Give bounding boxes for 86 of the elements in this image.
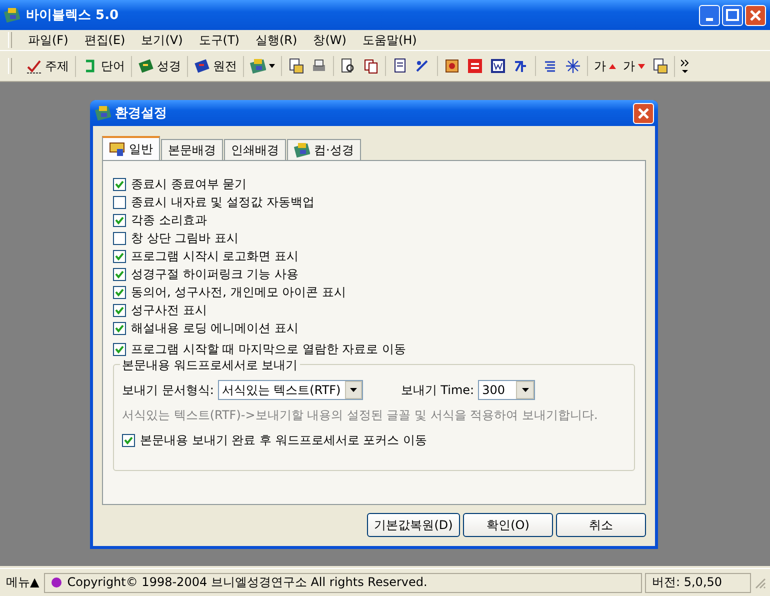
checkbox-label: 종료시 종료여부 묻기 <box>131 176 247 192</box>
save-icon <box>288 58 304 74</box>
dialog-button[interactable]: 기본값복원(D) <box>367 513 460 537</box>
document-icon <box>392 58 408 74</box>
menu-item[interactable]: 파일(F) <box>20 32 76 48</box>
dropdown-field[interactable]: 300 <box>478 380 536 400</box>
toolbar-button[interactable] <box>563 56 583 76</box>
toolbar-button[interactable]: 가 <box>592 56 618 76</box>
checkbox-label: 종료시 내자료 및 설정값 자동백업 <box>131 194 314 210</box>
toolbar-button[interactable]: 원전 <box>192 56 239 76</box>
chevron-icon <box>681 58 689 74</box>
dropdown-field[interactable]: 서식있는 텍스트(RTF) <box>218 380 363 400</box>
toolbar-button[interactable]: 단어 <box>80 56 127 76</box>
tile-icon <box>467 58 483 74</box>
status-dot-icon <box>51 577 62 588</box>
checkbox[interactable] <box>113 232 126 244</box>
checkbox-label: 해설내용 로딩 에니메이션 표시 <box>131 320 298 336</box>
checkmark-icon <box>26 58 42 74</box>
menu-item[interactable]: 창(W) <box>305 32 354 48</box>
checkbox[interactable] <box>113 304 126 316</box>
checkbox[interactable] <box>113 268 126 280</box>
copyright-text: Copyright© 1998-2004 브니엘성경연구소 All rights Reserved. <box>67 574 428 591</box>
save-icon <box>652 58 668 74</box>
checkbox[interactable] <box>122 434 135 446</box>
maximize-button[interactable] <box>722 4 743 26</box>
sparkle-icon <box>565 58 581 74</box>
dialog-title: 환경설정 <box>115 105 168 122</box>
menu-item[interactable]: 실행(R) <box>248 32 306 48</box>
maximize-icon <box>724 6 741 24</box>
checkbox-label: 성경구절 하이퍼링크 기능 사용 <box>131 266 298 282</box>
printer-icon <box>311 58 327 74</box>
field-label: 보내기 Time: <box>400 382 474 398</box>
tab[interactable]: 본문배경 <box>161 139 223 160</box>
app-icon <box>250 58 266 74</box>
checkbox-label: 각종 소리효과 <box>131 212 207 228</box>
checkbox-label: 프로그램 시작할 때 마지막으로 열람한 자료로 이동 <box>131 340 406 358</box>
checkbox-label: 프로그램 시작시 로고화면 표시 <box>131 248 298 264</box>
dialog-button[interactable]: 취소 <box>556 513 646 537</box>
version-text: 버전: 5,0,50 <box>652 574 722 591</box>
field-label: 보내기 문서형식: <box>122 382 214 398</box>
toolbar-button[interactable] <box>488 56 508 76</box>
checkbox[interactable] <box>113 286 126 298</box>
minimize-button[interactable] <box>699 4 720 26</box>
w-icon <box>490 58 506 74</box>
checkbox[interactable] <box>113 196 126 208</box>
toolbar-dropdown[interactable] <box>248 56 277 76</box>
menu-button[interactable]: 메뉴▲ <box>4 574 42 591</box>
menu-item[interactable]: 도구(T) <box>190 32 248 48</box>
toolbar-button[interactable]: 주제 <box>24 56 71 76</box>
card-icon <box>444 58 460 74</box>
checkbox-label: 동의어, 성구사전, 개인메모 아이콘 표시 <box>131 284 346 300</box>
checkbox[interactable] <box>113 322 126 334</box>
character-icon <box>513 58 529 74</box>
hint-text: 서식있는 텍스트(RTF)->보내기할 내용의 설정된 글꼴 및 서식을 적용하여 보내기합니다. <box>122 407 599 424</box>
app-icon <box>294 142 310 158</box>
tab[interactable]: 일반 <box>102 136 160 160</box>
app-icon <box>4 7 20 23</box>
close-button[interactable] <box>745 4 766 26</box>
group-title: 본문내용 워드프로세서로 보내기 <box>120 357 300 374</box>
toolbar-button[interactable]: 성경 <box>136 56 183 76</box>
tab[interactable]: 인쇄배경 <box>224 139 286 160</box>
checkbox-label: 성구사전 표시 <box>131 302 207 318</box>
app-icon <box>95 105 111 121</box>
tab[interactable]: 컴·성경 <box>287 139 361 160</box>
caret-down-icon <box>638 64 645 68</box>
checkbox[interactable] <box>113 342 126 356</box>
menu-item[interactable]: 편집(E) <box>76 32 134 48</box>
checkbox[interactable] <box>113 214 126 226</box>
copy-icon <box>363 58 379 74</box>
preview-icon <box>340 58 356 74</box>
checkbox[interactable] <box>113 178 126 190</box>
caret-icon <box>350 388 357 392</box>
checkbox-label: 본문내용 보내기 완료 후 워드프로세서로 포커스 이동 <box>140 432 427 448</box>
checkbox[interactable] <box>113 250 126 262</box>
resize-grip-icon <box>754 576 766 588</box>
checkbox-label: 창 상단 그림바 표시 <box>131 230 238 246</box>
dialog-button[interactable]: 확인(O) <box>463 513 553 537</box>
close-button[interactable] <box>633 102 654 124</box>
minimize-icon <box>706 18 713 20</box>
caret-up-icon <box>609 64 616 68</box>
window-title: 바이블렉스 5.0 <box>26 7 120 24</box>
caret-icon <box>522 388 529 392</box>
menu-item[interactable]: 보기(V) <box>133 32 191 48</box>
toolbar-button[interactable]: 가 <box>621 56 647 76</box>
caret-icon <box>269 64 275 68</box>
menu-item[interactable]: 도움말(H) <box>354 32 425 48</box>
